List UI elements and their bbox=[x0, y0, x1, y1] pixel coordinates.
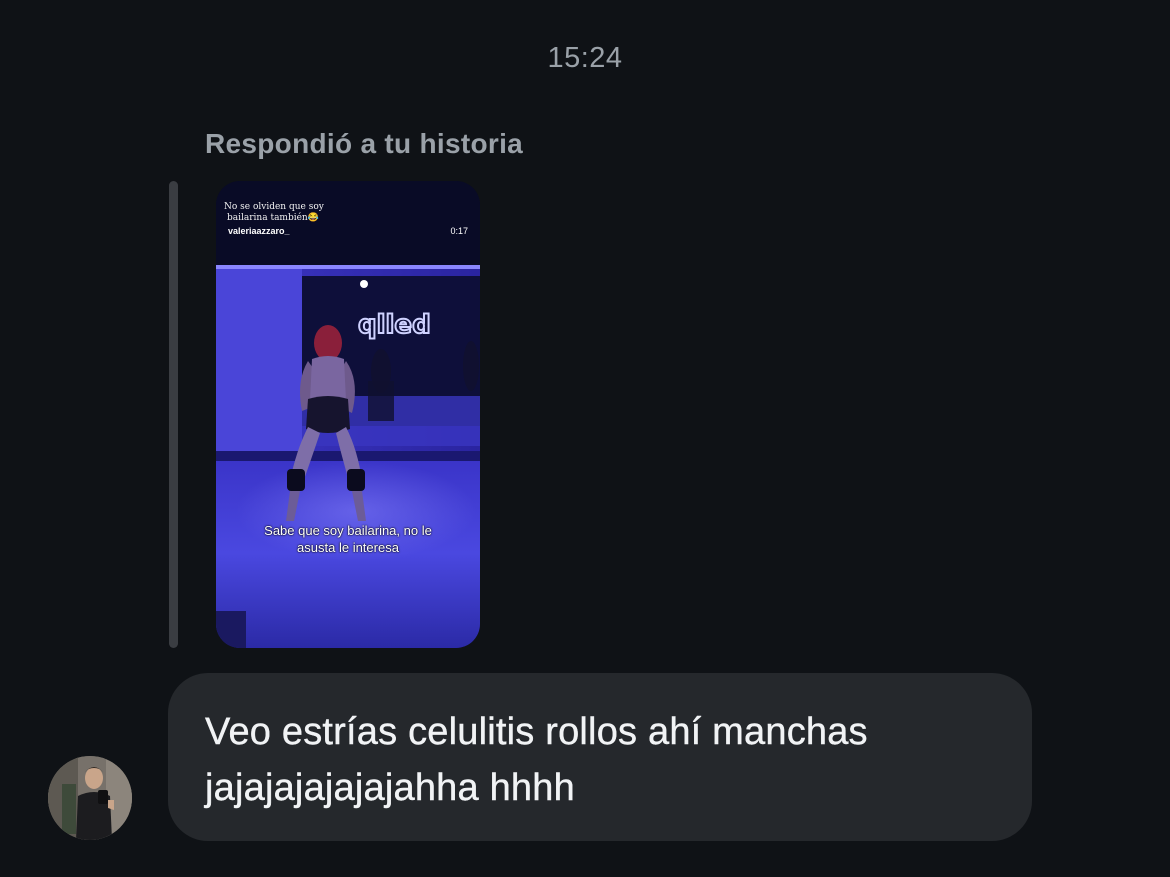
story-preview[interactable]: qlled No se olviden que soy bailarina ta… bbox=[216, 181, 480, 648]
user-avatar-icon bbox=[48, 756, 132, 840]
message-timestamp: 15:24 bbox=[547, 42, 623, 74]
message-text: Veo estrías celulitis rollos ahí manchas… bbox=[205, 704, 996, 816]
reply-indicator-bar bbox=[169, 181, 178, 648]
sender-avatar[interactable] bbox=[48, 756, 132, 840]
story-reply-label: Respondió a tu historia bbox=[205, 128, 524, 159]
neon-sign-text: qlled bbox=[358, 310, 431, 340]
story-subtitle-line2: asusta le interesa bbox=[297, 540, 399, 555]
message-line1: Veo estrías celulitis rollos ahí manchas bbox=[205, 711, 868, 753]
message-line2: jajajajajajajahha hhhh bbox=[205, 767, 575, 809]
story-caption: No se olviden que soy bailarina también😂 bbox=[224, 202, 344, 224]
story-subtitle: Sabe que soy bailarina, no le asusta le … bbox=[216, 522, 480, 556]
message-bubble[interactable]: Veo estrías celulitis rollos ahí manchas… bbox=[168, 673, 1032, 841]
story-subtitle-line1: Sabe que soy bailarina, no le bbox=[264, 523, 432, 538]
story-username: valeriaazzaro_ bbox=[228, 226, 290, 236]
story-caption-line1: No se olviden que soy bbox=[224, 202, 324, 212]
story-preview-image: qlled bbox=[216, 181, 480, 648]
story-duration: 0:17 bbox=[450, 226, 468, 236]
story-caption-line2: bailarina también😂 bbox=[227, 213, 319, 223]
